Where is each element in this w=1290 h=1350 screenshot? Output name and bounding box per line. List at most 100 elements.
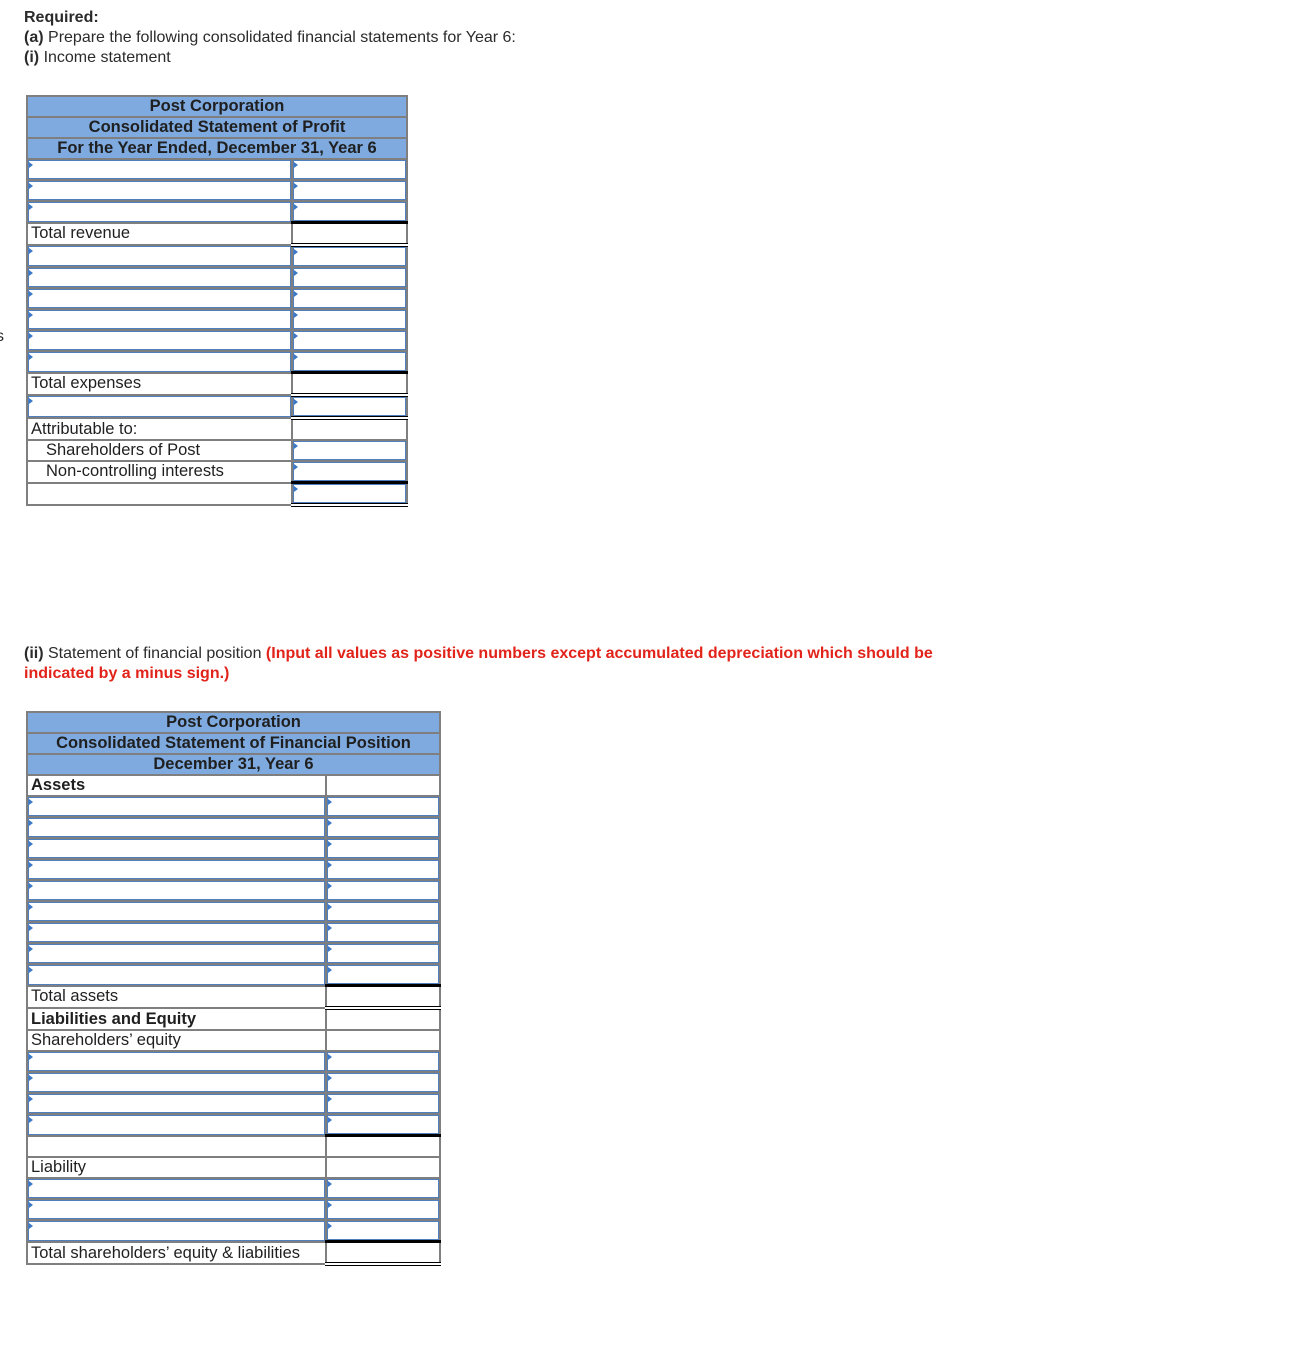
amount-input-field[interactable] <box>327 839 439 858</box>
amount-input[interactable] <box>325 963 441 987</box>
line-item-dropdown-field[interactable] <box>28 310 291 329</box>
amount-input[interactable] <box>325 879 441 902</box>
amount-input-field[interactable] <box>293 181 406 200</box>
amount-input-field[interactable] <box>293 268 406 287</box>
line-item-dropdown[interactable] <box>26 942 327 965</box>
line-item-dropdown[interactable] <box>26 158 293 181</box>
amount-input-field[interactable] <box>327 1179 439 1198</box>
amount-input-field[interactable] <box>293 289 406 308</box>
amount-input[interactable] <box>291 179 408 202</box>
amount-input-field[interactable] <box>327 944 439 963</box>
amount-input-field[interactable] <box>327 902 439 921</box>
total-attributed-input[interactable] <box>291 481 408 507</box>
profit-label-dropdown-field[interactable] <box>28 396 291 417</box>
amount-input[interactable] <box>325 816 441 839</box>
line-item-dropdown[interactable] <box>26 350 293 374</box>
line-item-dropdown[interactable] <box>26 179 293 202</box>
line-item-dropdown[interactable] <box>26 329 293 352</box>
amount-input[interactable] <box>325 921 441 944</box>
line-item-dropdown[interactable] <box>26 200 293 224</box>
line-item-dropdown[interactable] <box>26 1113 327 1137</box>
line-item-dropdown-field[interactable] <box>28 944 325 963</box>
line-item-dropdown-field[interactable] <box>28 289 291 308</box>
amount-input-field[interactable] <box>327 1094 439 1113</box>
line-item-dropdown[interactable] <box>26 795 327 818</box>
line-item-dropdown-field[interactable] <box>28 881 325 900</box>
profit-amount-input-field[interactable] <box>293 397 406 416</box>
line-item-dropdown-field[interactable] <box>28 1200 325 1219</box>
amount-input-field[interactable] <box>293 331 406 350</box>
amount-input[interactable] <box>325 858 441 881</box>
amount-input[interactable] <box>325 1177 441 1200</box>
amount-input-field[interactable] <box>293 247 406 266</box>
shareholders-of-post-input-field[interactable] <box>293 441 406 460</box>
line-item-dropdown-field[interactable] <box>28 181 291 200</box>
amount-input[interactable] <box>291 266 408 289</box>
line-item-dropdown[interactable] <box>26 900 327 923</box>
amount-input[interactable] <box>291 244 408 268</box>
line-item-dropdown[interactable] <box>26 816 327 839</box>
amount-input[interactable] <box>325 1219 441 1243</box>
line-item-dropdown-field[interactable] <box>28 268 291 287</box>
amount-input-field[interactable] <box>327 797 439 816</box>
amount-input[interactable] <box>325 1113 441 1137</box>
amount-input[interactable] <box>325 1092 441 1115</box>
amount-input[interactable] <box>291 158 408 181</box>
amount-input[interactable] <box>325 837 441 860</box>
line-item-dropdown-field[interactable] <box>28 246 291 266</box>
line-item-dropdown-field[interactable] <box>28 1094 325 1113</box>
amount-input-field[interactable] <box>293 352 406 371</box>
amount-input-field[interactable] <box>327 923 439 942</box>
line-item-dropdown-field[interactable] <box>28 923 325 942</box>
line-item-dropdown[interactable] <box>26 308 293 331</box>
amount-input-field[interactable] <box>327 965 439 984</box>
amount-input-field[interactable] <box>327 881 439 900</box>
amount-input-field[interactable] <box>293 160 406 179</box>
line-item-dropdown[interactable] <box>26 1219 327 1243</box>
line-item-dropdown-field[interactable] <box>28 1052 325 1071</box>
amount-input[interactable] <box>291 329 408 352</box>
line-item-dropdown-field[interactable] <box>28 202 291 222</box>
line-item-dropdown[interactable] <box>26 1071 327 1094</box>
line-item-dropdown-field[interactable] <box>28 1073 325 1092</box>
amount-input[interactable] <box>325 1198 441 1221</box>
amount-input-field[interactable] <box>293 310 406 329</box>
line-item-dropdown[interactable] <box>26 1198 327 1221</box>
amount-input[interactable] <box>291 308 408 331</box>
profit-label-dropdown[interactable] <box>26 394 293 419</box>
amount-input-field[interactable] <box>293 202 406 221</box>
total-attributed-input-field[interactable] <box>293 484 406 503</box>
line-item-dropdown-field[interactable] <box>28 1221 325 1241</box>
line-item-dropdown[interactable] <box>26 963 327 987</box>
line-item-dropdown-field[interactable] <box>28 860 325 879</box>
amount-input[interactable] <box>291 200 408 224</box>
line-item-dropdown-field[interactable] <box>28 1179 325 1198</box>
line-item-dropdown-field[interactable] <box>28 797 325 816</box>
amount-input-field[interactable] <box>327 1221 439 1240</box>
amount-input[interactable] <box>325 1071 441 1094</box>
line-item-dropdown[interactable] <box>26 921 327 944</box>
amount-input-field[interactable] <box>327 1115 439 1134</box>
line-item-dropdown[interactable] <box>26 1177 327 1200</box>
line-item-dropdown[interactable] <box>26 858 327 881</box>
line-item-dropdown-field[interactable] <box>28 818 325 837</box>
line-item-dropdown[interactable] <box>26 879 327 902</box>
amount-input-field[interactable] <box>327 860 439 879</box>
line-item-dropdown[interactable] <box>26 837 327 860</box>
nci-input-field[interactable] <box>293 462 406 481</box>
amount-input[interactable] <box>325 900 441 923</box>
amount-input[interactable] <box>291 350 408 374</box>
line-item-dropdown-field[interactable] <box>28 331 291 350</box>
line-item-dropdown[interactable] <box>26 1092 327 1115</box>
line-item-dropdown-field[interactable] <box>28 160 291 179</box>
line-item-dropdown-field[interactable] <box>28 902 325 921</box>
line-item-dropdown-field[interactable] <box>28 839 325 858</box>
amount-input-field[interactable] <box>327 818 439 837</box>
line-item-dropdown-field[interactable] <box>28 352 291 372</box>
line-item-dropdown[interactable] <box>26 1050 327 1073</box>
profit-amount-input[interactable] <box>291 394 408 420</box>
amount-input-field[interactable] <box>327 1073 439 1092</box>
amount-input[interactable] <box>325 942 441 965</box>
shareholders-of-post-input[interactable] <box>291 439 408 462</box>
line-item-dropdown[interactable] <box>26 244 293 268</box>
